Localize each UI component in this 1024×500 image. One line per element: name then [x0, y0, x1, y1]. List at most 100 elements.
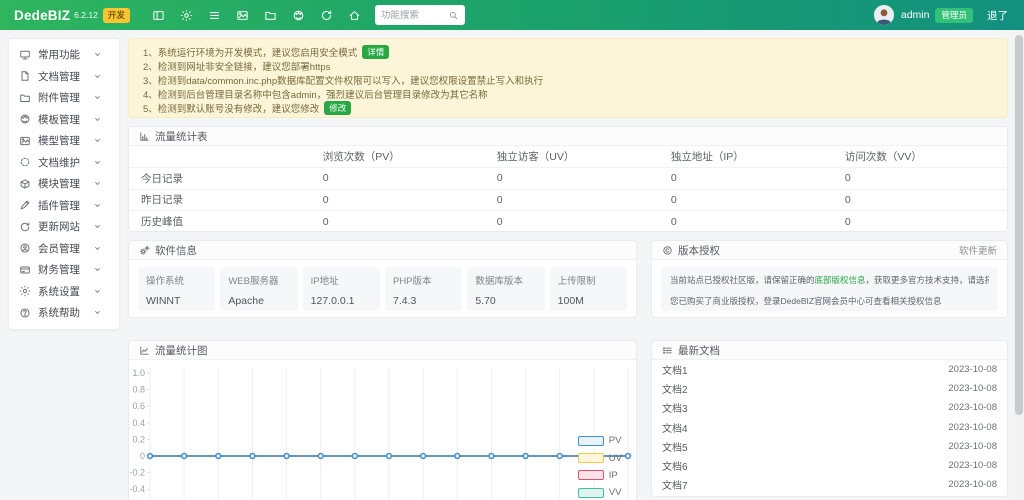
- notice-badge[interactable]: 修改: [324, 101, 351, 115]
- brand-logo[interactable]: DedeBIZ: [14, 8, 70, 23]
- scrollbar-thumb[interactable]: [1015, 35, 1023, 415]
- image-icon[interactable]: [236, 9, 249, 22]
- latest-docs-header: 最新文档: [652, 341, 1007, 360]
- sidebar-item-0[interactable]: 常用功能: [9, 44, 119, 66]
- page-scrollbar[interactable]: [1014, 30, 1024, 500]
- chevron-down-icon: [93, 308, 102, 317]
- software-update-link[interactable]: 软件更新: [959, 243, 997, 257]
- sidebar-item-5[interactable]: 文档维护: [9, 152, 119, 174]
- svg-text:-0.4: -0.4: [129, 484, 145, 494]
- notice-badge[interactable]: 详情: [362, 45, 389, 59]
- doc-list-item[interactable]: 文档4 2023-10-08: [652, 418, 1007, 437]
- gear-icon[interactable]: [180, 9, 193, 22]
- license-line-2: 您已购买了商业版授权，登录DedeBIZ官网会员中心可查看相关授权信息: [670, 295, 989, 307]
- notice-text: 3、检测到data/common.inc.php数据库配置文件权限可以写入，建议…: [143, 73, 543, 87]
- chevron-down-icon: [93, 158, 102, 167]
- home-icon[interactable]: [348, 9, 361, 22]
- search-icon[interactable]: [448, 10, 459, 21]
- legend-label: PV: [609, 435, 622, 446]
- sidebar-item-4[interactable]: 模型管理: [9, 130, 119, 152]
- legend-item-pv[interactable]: PV: [578, 432, 622, 449]
- software-info-header: 软件信息: [129, 241, 636, 260]
- doc-list-item[interactable]: 文档3 2023-10-08: [652, 398, 1007, 417]
- doc-date: 2023-10-08: [948, 479, 997, 490]
- doc-name: 文档1: [662, 362, 688, 377]
- software-info-card: 软件信息 操作系统 WINNT WEB服务器 Apache IP地址 127.0…: [128, 240, 637, 318]
- sidebar-item-8[interactable]: 更新网站: [9, 216, 119, 238]
- sidebar-item-12[interactable]: 系统帮助: [9, 302, 119, 324]
- sidebar-item-label: 插件管理: [38, 198, 80, 213]
- version-label: 6.2.12: [74, 10, 98, 20]
- doc-list-item[interactable]: 文档6 2023-10-08: [652, 456, 1007, 475]
- tile-value: 5.70: [475, 295, 536, 307]
- row-value: 0: [485, 211, 659, 233]
- logout-button[interactable]: 退了: [987, 8, 1008, 23]
- sidebar-item-11[interactable]: 系统设置: [9, 281, 119, 303]
- legend-label: UV: [609, 453, 622, 464]
- traffic-chart-card: 流量统计图 1.00.80.60.40.20-0.2-0.4 PV UV IP …: [128, 340, 637, 500]
- list-icon[interactable]: [208, 9, 221, 22]
- tile-value: WINNT: [146, 295, 207, 307]
- doc-list-item[interactable]: 文档2 2023-10-08: [652, 379, 1007, 398]
- sidebar-item-2[interactable]: 附件管理: [9, 87, 119, 109]
- svg-text:0: 0: [140, 451, 145, 461]
- table-row: 今日记录 0000: [129, 168, 1007, 190]
- license-link[interactable]: 底部版权信息: [815, 275, 866, 285]
- sidebar-item-label: 模板管理: [38, 112, 80, 127]
- row-value: 0: [833, 211, 1007, 233]
- user-name[interactable]: admin: [901, 9, 930, 21]
- palette-icon[interactable]: [292, 9, 305, 22]
- doc-list-item[interactable]: 文档1 2023-10-08: [652, 360, 1007, 379]
- line-chart-icon: [139, 345, 150, 356]
- software-info-tile: 数据库版本 5.70: [467, 267, 544, 311]
- traffic-chart-header: 流量统计图: [129, 341, 636, 360]
- license-box: 当前站点已授权社区版，请保留正确的底部版权信息，获取更多官方技术支持，请选择商业…: [661, 267, 998, 311]
- role-badge: 管理员: [935, 8, 973, 23]
- palette-icon: [19, 113, 31, 125]
- chevron-down-icon: [93, 222, 102, 231]
- tile-label: 数据库版本: [475, 273, 536, 287]
- folder-icon[interactable]: [264, 9, 277, 22]
- sidebar-item-label: 附件管理: [38, 90, 80, 105]
- legend-item-uv[interactable]: UV: [578, 449, 622, 466]
- doc-date: 2023-10-08: [948, 402, 997, 413]
- svg-text:0.8: 0.8: [132, 385, 145, 395]
- dashed-circle-icon: [19, 156, 31, 168]
- search-box[interactable]: [375, 5, 465, 25]
- svg-text:0.4: 0.4: [132, 418, 145, 428]
- license-body: 当前站点已授权社区版，请保留正确的底部版权信息，获取更多官方技术支持，请选择商业…: [652, 260, 1007, 318]
- sidebar-item-10[interactable]: 财务管理: [9, 259, 119, 281]
- traffic-chart-title: 流量统计图: [155, 343, 208, 358]
- doc-list-item[interactable]: 文档7 2023-10-08: [652, 475, 1007, 494]
- software-info-tile: 上传限制 100M: [550, 267, 627, 311]
- sidebar-item-7[interactable]: 插件管理: [9, 195, 119, 217]
- sidebar-item-1[interactable]: 文档管理: [9, 66, 119, 88]
- columns-icon[interactable]: [152, 9, 165, 22]
- row-value: 0: [659, 189, 833, 211]
- doc-date: 2023-10-08: [948, 441, 997, 452]
- legend-item-ip[interactable]: IP: [578, 467, 622, 484]
- row-label: 昨日记录: [129, 189, 311, 211]
- svg-text:-0.2: -0.2: [129, 468, 145, 478]
- notice-line: 3、检测到data/common.inc.php数据库配置文件权限可以写入，建议…: [143, 73, 993, 87]
- sidebar-item-6[interactable]: 模块管理: [9, 173, 119, 195]
- tile-value: 7.4.3: [393, 295, 454, 307]
- avatar[interactable]: [874, 5, 894, 25]
- traffic-stats-table: 浏览次数（PV）独立访客（UV）独立地址（IP）访问次数（VV） 今日记录 00…: [129, 146, 1007, 232]
- chevron-down-icon: [93, 72, 102, 81]
- table-column-header: 独立访客（UV）: [485, 146, 659, 168]
- doc-list-item[interactable]: 文档5 2023-10-08: [652, 437, 1007, 456]
- search-input[interactable]: [381, 10, 443, 21]
- legend-item-vv[interactable]: VV: [578, 484, 622, 500]
- row-value: 0: [311, 211, 485, 233]
- sidebar-item-9[interactable]: 会员管理: [9, 238, 119, 260]
- sidebar-item-3[interactable]: 模板管理: [9, 109, 119, 131]
- sidebar-item-label: 系统设置: [38, 284, 80, 299]
- chevron-down-icon: [93, 179, 102, 188]
- notice-text: 4、检测到后台管理目录名称中包含admin，强烈建议后台管理目录修改为其它名称: [143, 87, 488, 101]
- legend-label: VV: [609, 487, 622, 498]
- row-label: 今日记录: [129, 168, 311, 190]
- refresh-icon[interactable]: [320, 9, 333, 22]
- notice-text: 5、检测到默认账号没有修改，建议您修改: [143, 101, 319, 115]
- notice-text: 1、系统运行环境为开发模式，建议您启用安全模式: [143, 45, 357, 59]
